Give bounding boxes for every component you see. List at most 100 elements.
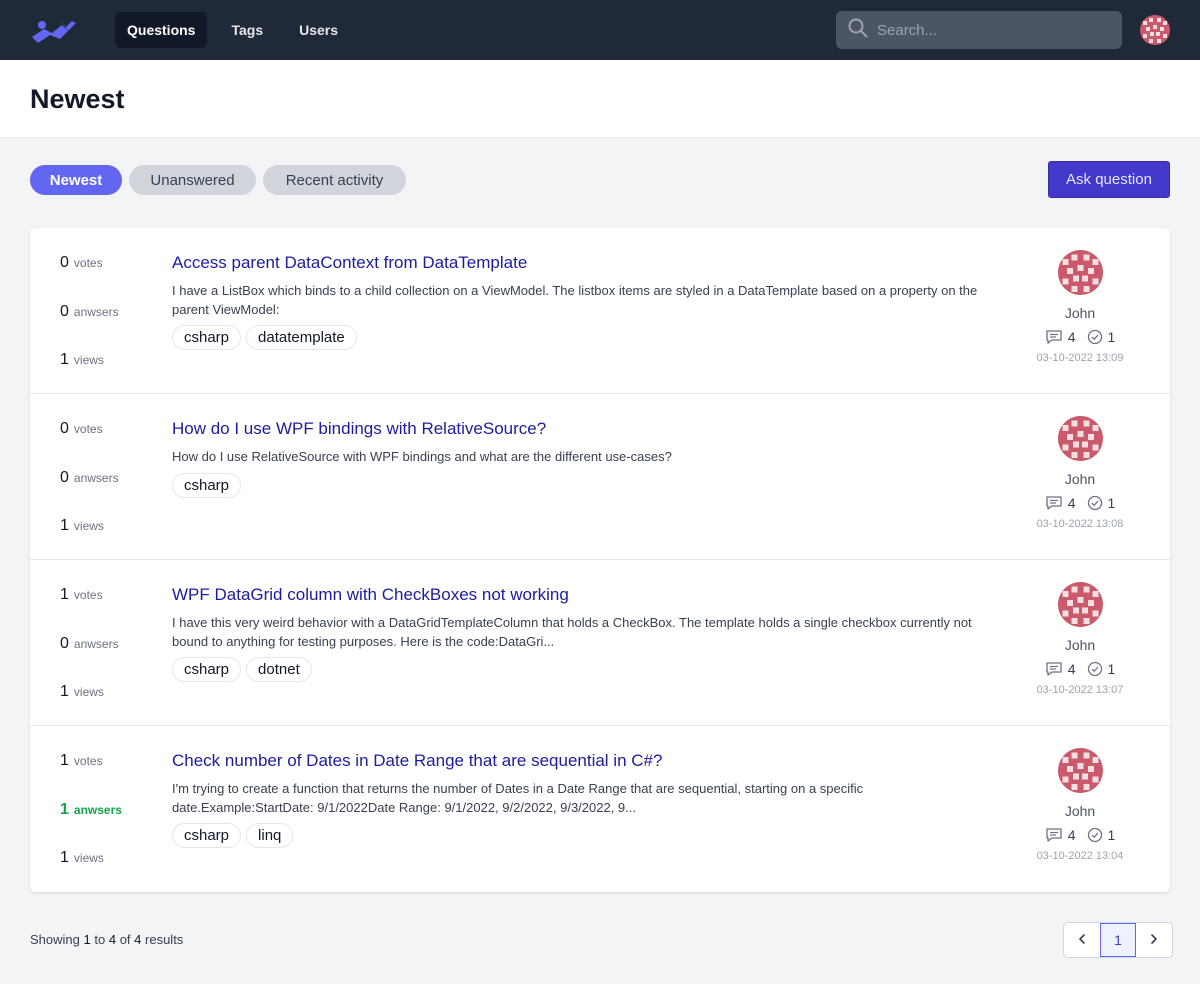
comment-icon	[1045, 329, 1063, 345]
view-value: 1	[60, 683, 69, 700]
results-summary: Showing 1 to 4 of 4 results	[30, 932, 183, 947]
search-box	[836, 11, 1122, 49]
question-excerpt: I have a ListBox which binds to a child …	[172, 283, 978, 317]
answer-value: 0	[60, 303, 69, 320]
vote-count: 1 votes	[60, 752, 103, 770]
filter-bar: Newest Unanswered Recent activity Ask qu…	[0, 138, 1200, 228]
tag-chip[interactable]: csharp	[172, 325, 242, 350]
question-row: 0 votes 0 anwsers 1 views How do I use WPF …	[30, 394, 1170, 560]
author-avatar[interactable]	[1057, 582, 1103, 627]
results-showing: Showing	[30, 932, 80, 947]
accepted-count: 1	[1107, 329, 1116, 345]
nav-tags[interactable]: Tags	[219, 12, 275, 48]
results-to: 4	[108, 932, 117, 947]
vote-value: 1	[60, 586, 69, 603]
results-total: 4	[134, 932, 142, 947]
next-page-button[interactable]	[1136, 923, 1172, 957]
question-row: 1 votes 0 anwsers 1 views WPF DataGrid colu…	[30, 560, 1170, 726]
ask-question-button[interactable]: Ask question	[1048, 161, 1170, 198]
question-title-link[interactable]: How do I use WPF bindings with RelativeS…	[172, 419, 546, 439]
question-excerpt: I have this very weird behavior with a D…	[172, 615, 972, 649]
answer-label: anwsers	[73, 637, 119, 651]
vote-label: votes	[73, 754, 103, 768]
app-logo-icon[interactable]	[30, 14, 80, 46]
main-nav: Questions Tags Users	[115, 12, 350, 48]
vote-count: 1 votes	[60, 586, 103, 604]
comment-icon	[1045, 661, 1063, 677]
pagination: 1	[1063, 922, 1173, 958]
view-label: views	[73, 851, 104, 865]
author-avatar[interactable]	[1057, 748, 1103, 793]
nav-questions[interactable]: Questions	[115, 12, 208, 48]
view-label: views	[73, 519, 104, 533]
view-count: 1 views	[60, 351, 104, 369]
answer-value: 1	[60, 801, 69, 818]
check-circle-icon	[1087, 827, 1103, 843]
answer-count: 0 anwsers	[60, 635, 119, 653]
filter-tab-recent-activity[interactable]: Recent activity	[263, 165, 406, 195]
question-timestamp: 03-10-2022 13:08	[1036, 518, 1124, 530]
answer-label: anwsers	[73, 803, 122, 817]
chevron-right-icon	[1148, 932, 1160, 948]
author-name[interactable]: John	[1065, 803, 1095, 819]
page-title: Newest	[30, 84, 125, 114]
tag-chip[interactable]: csharp	[172, 657, 242, 682]
results-of-word: of	[119, 932, 131, 947]
question-title-link[interactable]: WPF DataGrid column with CheckBoxes not …	[172, 585, 569, 605]
vote-count: 0 votes	[60, 254, 103, 272]
question-timestamp: 03-10-2022 13:04	[1036, 850, 1124, 862]
question-timestamp: 03-10-2022 13:09	[1036, 352, 1124, 364]
tag-chip[interactable]: linq	[246, 823, 294, 848]
filter-tab-newest[interactable]: Newest	[30, 165, 122, 195]
question-meta: 4 1	[1045, 827, 1116, 843]
question-title-link[interactable]: Check number of Dates in Date Range that…	[172, 751, 662, 771]
question-excerpt: How do I use RelativeSource with WPF bin…	[172, 449, 672, 464]
tag-chip[interactable]: csharp	[172, 473, 242, 498]
author-block: John 4 1 03-10-2022 13:08	[1030, 416, 1130, 530]
author-name[interactable]: John	[1065, 305, 1095, 321]
prev-page-button[interactable]	[1064, 923, 1100, 957]
question-list: 0 votes 0 anwsers 1 views Access parent Dat…	[30, 228, 1170, 892]
question-row: 1 votes 1 anwsers 1 views Check number of D…	[30, 726, 1170, 892]
list-footer: Showing 1 to 4 of 4 results 1	[0, 892, 1200, 984]
comment-count: 4	[1067, 661, 1076, 677]
tag-list: csharp dotnet	[172, 657, 312, 682]
author-block: John 4 1 03-10-2022 13:04	[1030, 748, 1130, 862]
check-circle-icon	[1087, 495, 1103, 511]
check-circle-icon	[1087, 329, 1103, 345]
author-avatar[interactable]	[1057, 250, 1103, 295]
comment-count: 4	[1067, 329, 1076, 345]
comment-count: 4	[1067, 827, 1076, 843]
question-meta: 4 1	[1045, 329, 1116, 345]
comment-count: 4	[1067, 495, 1076, 511]
tag-chip[interactable]: dotnet	[246, 657, 312, 682]
author-name[interactable]: John	[1065, 471, 1095, 487]
vote-value: 0	[60, 254, 69, 271]
author-avatar[interactable]	[1057, 416, 1103, 461]
user-avatar[interactable]	[1140, 15, 1170, 45]
vote-count: 0 votes	[60, 420, 103, 438]
tag-chip[interactable]: datatemplate	[246, 325, 357, 350]
question-title-link[interactable]: Access parent DataContext from DataTempl…	[172, 253, 527, 273]
tag-chip[interactable]: csharp	[172, 823, 242, 848]
answer-label: anwsers	[73, 305, 119, 319]
tag-list: csharp	[172, 473, 242, 498]
question-meta: 4 1	[1045, 495, 1116, 511]
question-excerpt: I'm trying to create a function that ret…	[172, 781, 864, 815]
top-navbar: Questions Tags Users	[0, 0, 1200, 60]
results-from: 1	[83, 932, 91, 947]
search-input[interactable]	[877, 21, 1107, 39]
accepted-count: 1	[1107, 827, 1116, 843]
question-timestamp: 03-10-2022 13:07	[1036, 684, 1124, 696]
view-label: views	[73, 685, 104, 699]
page-button-current[interactable]: 1	[1100, 923, 1136, 957]
accepted-count: 1	[1107, 495, 1116, 511]
author-name[interactable]: John	[1065, 637, 1095, 653]
answer-count: 0 anwsers	[60, 469, 119, 487]
search-icon	[848, 18, 868, 43]
view-value: 1	[60, 351, 69, 368]
chevron-left-icon	[1076, 932, 1088, 948]
filter-tab-unanswered[interactable]: Unanswered	[129, 165, 256, 195]
answer-count: 0 anwsers	[60, 303, 119, 321]
nav-users[interactable]: Users	[287, 12, 350, 48]
